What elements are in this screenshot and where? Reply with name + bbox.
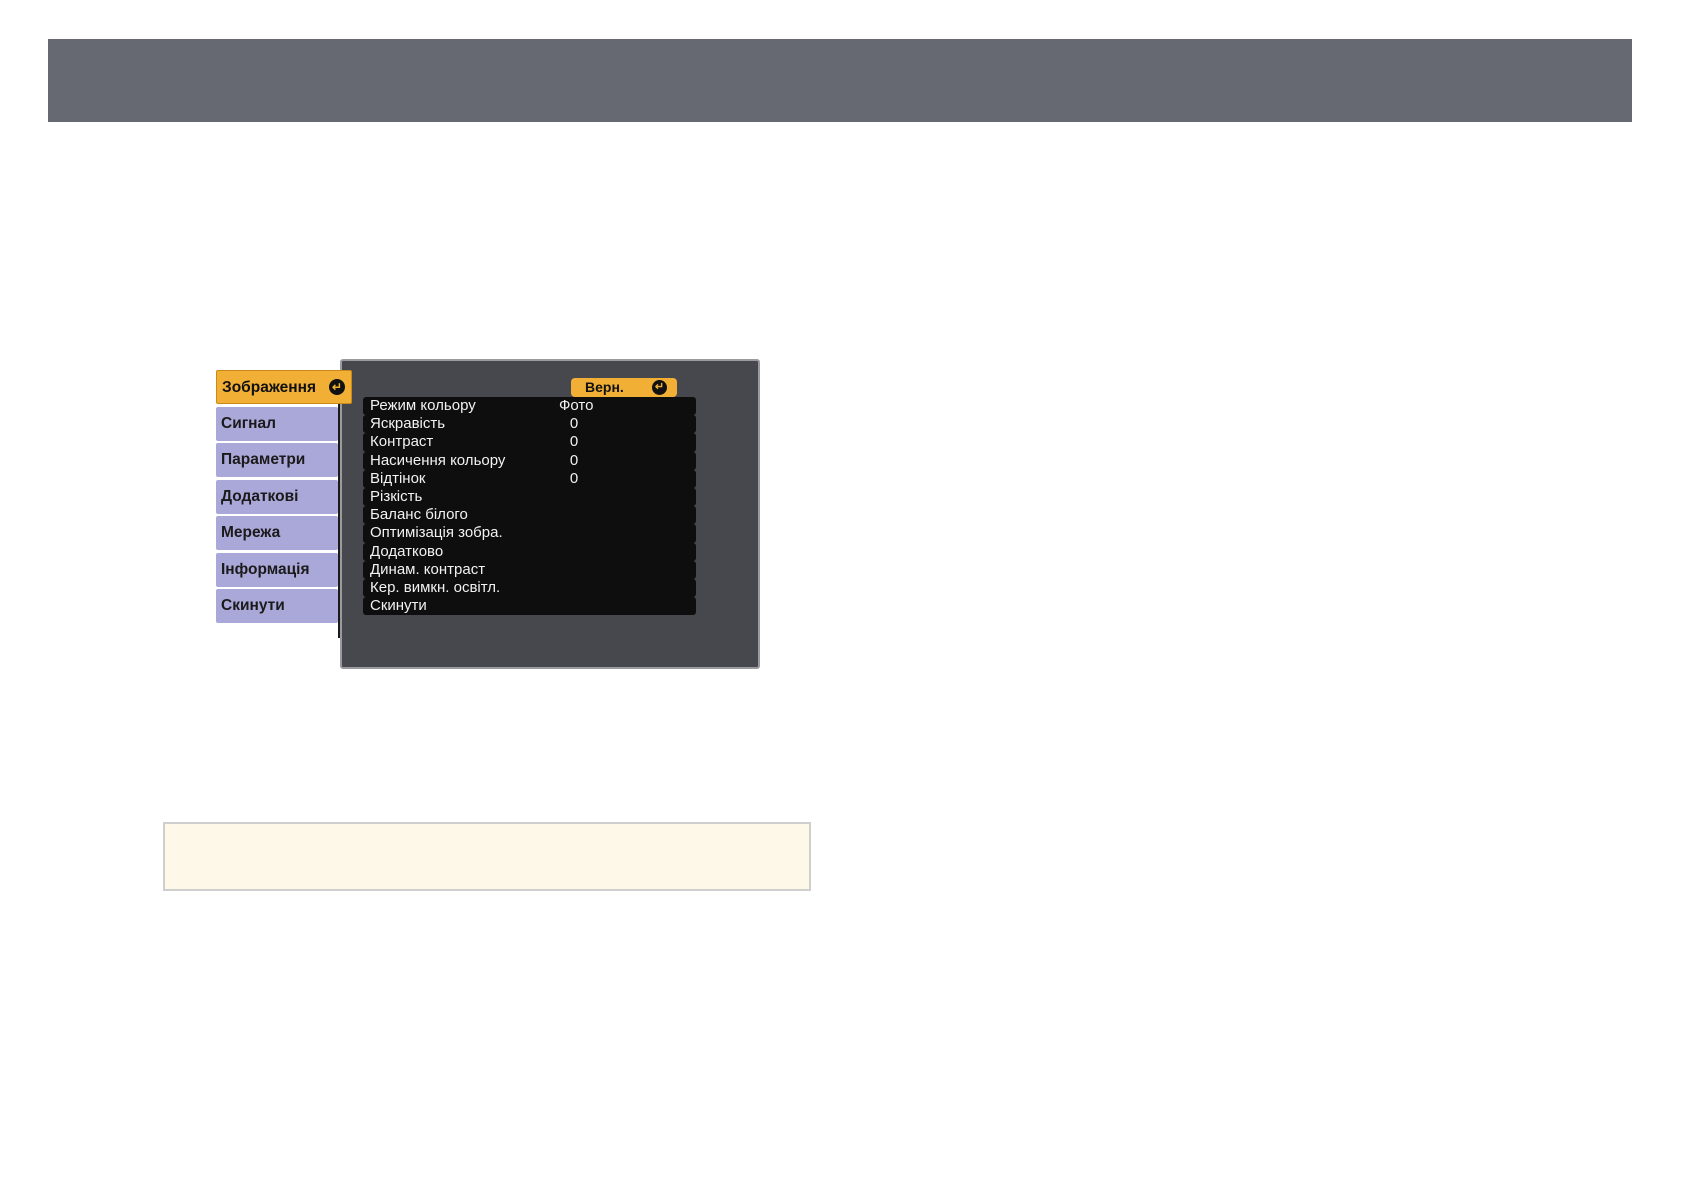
tab-label: Зображення	[222, 379, 317, 396]
menu-item-contrast[interactable]: Контраст 0	[363, 433, 696, 452]
tab-reset[interactable]: Скинути	[216, 589, 338, 623]
tab-signal[interactable]: Сигнал	[216, 407, 338, 441]
back-button[interactable]: Верн. ↵	[571, 378, 677, 397]
tab-information[interactable]: Інформація	[216, 553, 338, 587]
menu-item-sharpness[interactable]: Різкість	[363, 487, 696, 507]
menu-item-color-saturation[interactable]: Насичення кольору 0	[363, 451, 696, 470]
menu-item-light-off-control[interactable]: Кер. вимкн. освітл.	[363, 578, 696, 598]
tab-label: Сигнал	[221, 415, 277, 432]
menu-item-advanced[interactable]: Додатково	[363, 542, 696, 561]
page: Верн. ↵ Режим кольору Фото Яскравість 0 Ко…	[0, 0, 1684, 1190]
tab-settings[interactable]: Параметри	[216, 443, 338, 477]
tab-label: Параметри	[221, 451, 306, 468]
tab-network[interactable]: Мережа	[216, 516, 338, 550]
tab-extended[interactable]: Додаткові	[216, 480, 338, 514]
tab-label: Мережа	[221, 524, 281, 541]
enter-icon: ↵	[652, 380, 667, 395]
projector-osd-menu: Верн. ↵ Режим кольору Фото Яскравість 0 Ко…	[214, 358, 760, 670]
settings-list: Режим кольору Фото Яскравість 0 Контраст 0 …	[363, 397, 696, 616]
menu-item-dynamic-contrast[interactable]: Динам. контраст	[363, 560, 696, 579]
back-button-label: Верн.	[585, 379, 624, 395]
menu-item-tint[interactable]: Відтінок 0	[363, 469, 696, 488]
note-box	[163, 822, 811, 891]
tab-label: Додаткові	[221, 488, 299, 505]
header-bar	[48, 39, 1632, 122]
tab-label: Скинути	[221, 597, 285, 614]
tab-label: Інформація	[221, 561, 310, 578]
enter-icon: ↵	[329, 379, 345, 395]
menu-item-brightness[interactable]: Яскравість 0	[363, 415, 696, 434]
menu-item-white-balance[interactable]: Баланс білого	[363, 506, 696, 525]
menu-item-color-mode[interactable]: Режим кольору Фото	[363, 397, 696, 416]
menu-item-image-enhancement[interactable]: Оптимізація зобра.	[363, 524, 696, 543]
settings-panel: Верн. ↵ Режим кольору Фото Яскравість 0 Ко…	[340, 359, 760, 669]
menu-item-reset[interactable]: Скинути	[363, 597, 696, 616]
tab-image[interactable]: Зображення ↵	[216, 370, 352, 404]
